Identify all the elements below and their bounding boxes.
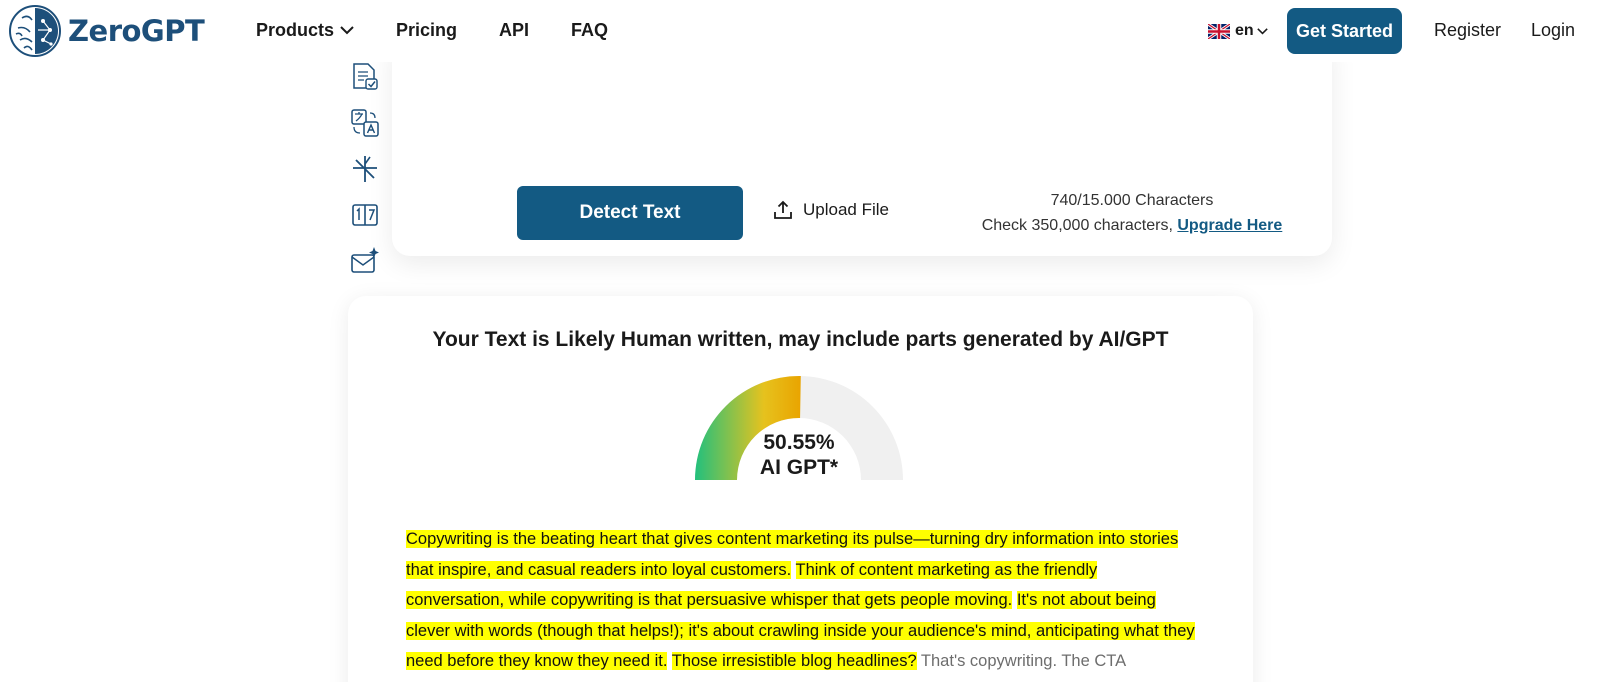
ai-gpt-label: AI GPT*	[759, 456, 839, 479]
analyzed-text: Copywriting is the beating heart that gi…	[406, 524, 1196, 677]
paraphrase-icon[interactable]	[350, 154, 380, 184]
upload-file-button[interactable]: Upload File	[773, 200, 889, 220]
detect-text-button[interactable]: Detect Text	[517, 186, 743, 240]
login-link[interactable]: Login	[1531, 20, 1575, 41]
upgrade-line: Check 350,000 characters, Upgrade Here	[952, 213, 1312, 238]
nav-faq[interactable]: FAQ	[571, 20, 608, 41]
character-counter: 740/15.000 Characters Check 350,000 char…	[952, 188, 1312, 238]
nav-api[interactable]: API	[499, 20, 529, 41]
character-count-text: 740/15.000 Characters	[1050, 192, 1214, 209]
brand-logo[interactable]: ZeroGPT	[8, 4, 205, 58]
detection-result-card: Your Text is Likely Human written, may i…	[348, 296, 1253, 682]
uk-flag-icon	[1208, 23, 1230, 39]
main-nav: Products Pricing API FAQ	[256, 20, 608, 41]
get-started-button[interactable]: Get Started	[1287, 8, 1402, 54]
ai-percentage: 50.55%	[763, 431, 835, 454]
nav-pricing[interactable]: Pricing	[396, 20, 457, 41]
top-navigation-bar: ZeroGPT Products Pricing API FAQ en Get …	[0, 0, 1600, 62]
nav-products[interactable]: Products	[256, 20, 354, 41]
upgrade-link[interactable]: Upgrade Here	[1177, 217, 1282, 234]
word-counter-icon[interactable]	[350, 200, 380, 230]
upload-file-label: Upload File	[803, 200, 889, 219]
tool-sidebar	[350, 62, 386, 292]
language-selector[interactable]: en	[1208, 22, 1268, 40]
upload-icon	[774, 200, 792, 219]
result-title: Your Text is Likely Human written, may i…	[432, 328, 1169, 351]
chevron-down-icon	[1256, 27, 1268, 35]
chevron-down-icon	[340, 26, 354, 35]
upgrade-prefix: Check 350,000 characters,	[981, 217, 1173, 234]
ai-highlighted-sentence: Those irresistible blog headlines?	[671, 652, 917, 670]
language-code: en	[1235, 22, 1254, 39]
human-sentence: That's copywriting. The CTA	[920, 652, 1127, 670]
email-ai-icon[interactable]	[350, 246, 380, 276]
brand-name: ZeroGPT	[68, 14, 205, 48]
text-input-card: Detect Text Upload File 740/15.000 Chara…	[392, 40, 1332, 256]
nav-products-label: Products	[256, 20, 335, 40]
gauge-readout: 50.55% AI GPT*	[693, 430, 905, 480]
document-check-icon[interactable]	[350, 62, 380, 92]
translate-icon[interactable]	[350, 108, 380, 138]
register-link[interactable]: Register	[1434, 20, 1501, 41]
brain-logo-icon	[9, 5, 61, 57]
